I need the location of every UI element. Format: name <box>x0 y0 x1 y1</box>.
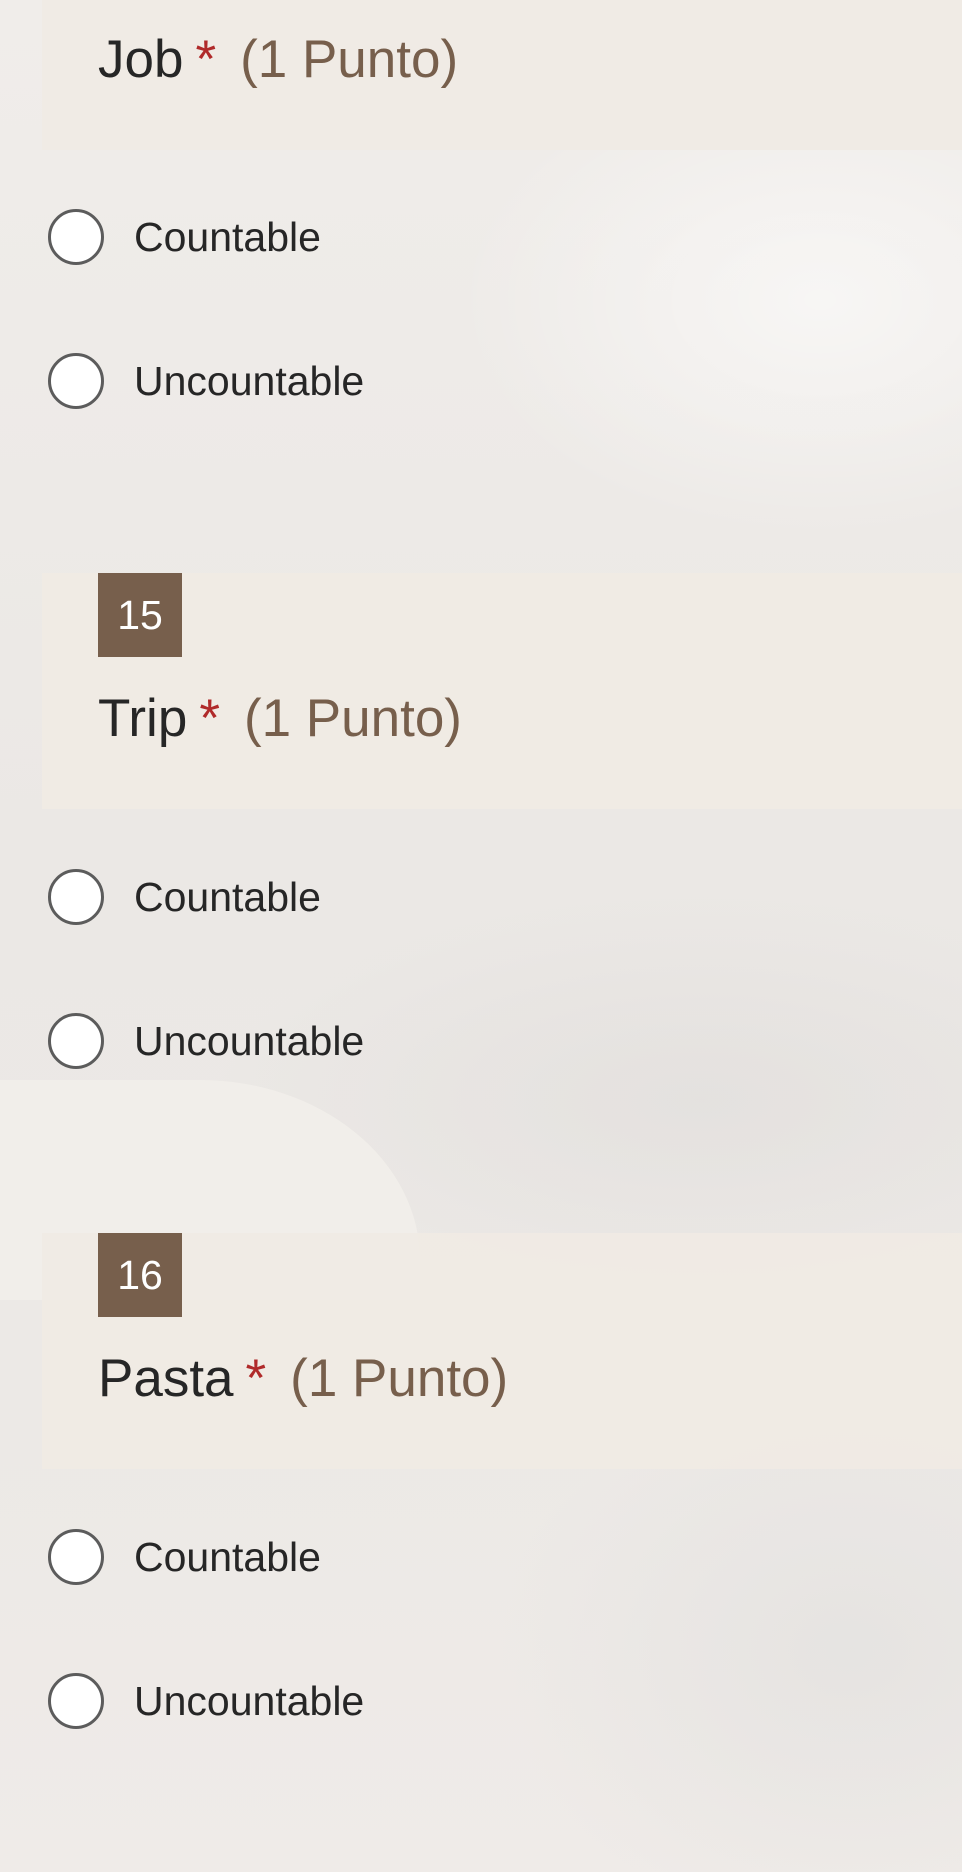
option-countable[interactable]: Countable <box>48 868 321 926</box>
question-title-text: Job <box>98 30 184 89</box>
required-marker: * <box>245 1349 267 1408</box>
question-points: (1 Punto) <box>290 1349 509 1408</box>
radio-button[interactable] <box>48 869 104 925</box>
question-points: (1 Punto) <box>240 30 459 89</box>
radio-button[interactable] <box>48 209 104 265</box>
radio-button[interactable] <box>48 1673 104 1729</box>
option-label: Uncountable <box>134 357 365 404</box>
option-label: Countable <box>134 873 321 920</box>
question-title-text: Pasta <box>98 1349 234 1408</box>
question-header: Job * (1 Punto) <box>42 0 962 150</box>
question-title: Pasta * (1 Punto) <box>98 1347 508 1411</box>
question-points: (1 Punto) <box>243 689 462 748</box>
question-header: 16 Pasta * (1 Punto) <box>42 1233 962 1469</box>
page-background <box>0 0 962 1872</box>
question-title: Trip * (1 Punto) <box>98 687 462 751</box>
option-uncountable[interactable]: Uncountable <box>48 1012 364 1070</box>
question-header: 15 Trip * (1 Punto) <box>42 573 962 809</box>
question-title-text: Trip <box>98 689 188 748</box>
option-label: Uncountable <box>134 1677 365 1724</box>
option-countable[interactable]: Countable <box>48 1528 321 1586</box>
required-marker: * <box>195 30 217 89</box>
option-uncountable[interactable]: Uncountable <box>48 352 364 410</box>
question-number-badge: 15 <box>98 573 182 657</box>
option-label: Countable <box>134 213 321 260</box>
radio-button[interactable] <box>48 1529 104 1585</box>
required-marker: * <box>199 689 220 748</box>
radio-button[interactable] <box>48 353 104 409</box>
option-uncountable[interactable]: Uncountable <box>48 1672 364 1730</box>
question-title: Job * (1 Punto) <box>98 28 458 92</box>
question-number-badge: 16 <box>98 1233 182 1317</box>
radio-button[interactable] <box>48 1013 104 1069</box>
option-label: Countable <box>134 1533 321 1580</box>
option-countable[interactable]: Countable <box>48 208 321 266</box>
option-label: Uncountable <box>134 1017 365 1064</box>
